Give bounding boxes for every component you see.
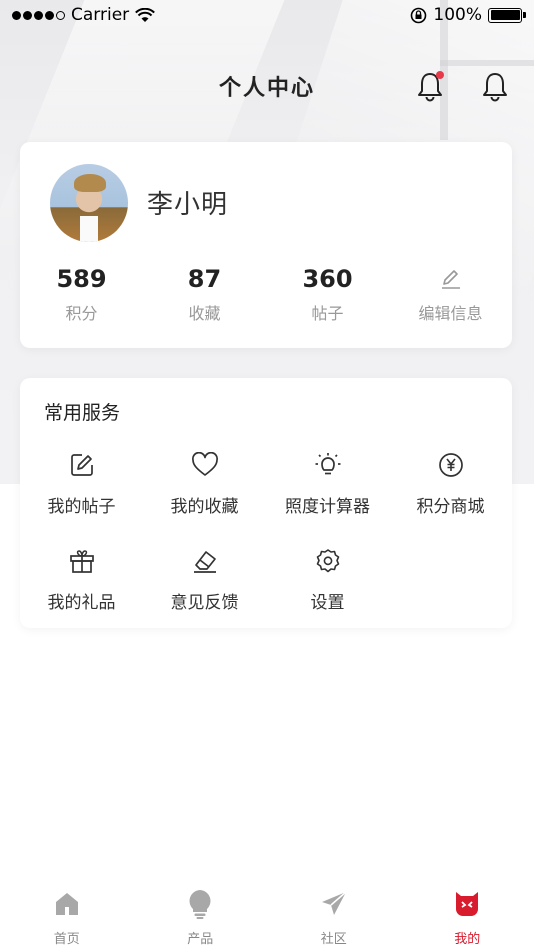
services-grid: 我的帖子 我的收藏 照度计算器 积分商城 我的礼品 意见反馈 设置 <box>20 450 512 642</box>
tab-mine-label: 我的 <box>454 932 481 947</box>
pencil-icon <box>389 262 512 296</box>
yen-icon <box>438 453 463 477</box>
paper-plane-icon <box>321 891 347 915</box>
stat-posts-label: 帖子 <box>311 304 344 323</box>
edit-profile-button[interactable]: 编辑信息 <box>389 262 512 324</box>
service-feedback[interactable]: 意见反馈 <box>143 546 266 642</box>
service-label: 设置 <box>310 593 345 613</box>
orientation-lock-icon <box>411 7 427 23</box>
tab-products-label: 产品 <box>187 932 214 947</box>
bulb-icon <box>189 890 211 919</box>
tab-community[interactable]: 社区 <box>267 876 401 950</box>
stat-favorites-label: 收藏 <box>188 304 221 323</box>
signal-strength-icon <box>12 10 65 20</box>
carrier-label: Carrier <box>71 5 130 25</box>
tab-home[interactable]: 首页 <box>0 876 134 950</box>
stat-posts[interactable]: 360 帖子 <box>266 262 389 324</box>
stat-favorites-value: 87 <box>187 265 222 293</box>
bulb-icon <box>315 453 340 475</box>
tab-bar: 首页 产品 社区 我的 <box>0 876 534 950</box>
status-bar: Carrier 100% <box>0 0 534 30</box>
stat-points-value: 589 <box>56 265 107 293</box>
home-icon <box>55 893 78 915</box>
service-label: 我的礼品 <box>47 593 116 613</box>
edit-profile-label: 编辑信息 <box>418 304 483 323</box>
battery-icon <box>488 7 526 23</box>
unread-dot <box>436 71 444 79</box>
services-card: 常用服务 我的帖子 我的收藏 照度计算器 积分商城 我的礼品 意见反馈 设置 <box>20 378 512 628</box>
gear-icon <box>316 549 339 573</box>
stat-points[interactable]: 589 积分 <box>20 262 143 324</box>
stat-favorites[interactable]: 87 收藏 <box>143 262 266 324</box>
profile-card: 李小明 589 积分 87 收藏 360 帖子 编辑信息 <box>20 142 512 348</box>
tab-mine[interactable]: 我的 <box>401 876 534 950</box>
services-title: 常用服务 <box>44 402 121 424</box>
service-my-posts[interactable]: 我的帖子 <box>20 450 143 546</box>
page-title: 个人中心 <box>218 76 315 101</box>
edit-icon <box>70 454 93 476</box>
service-my-favorites[interactable]: 我的收藏 <box>143 450 266 546</box>
service-illuminance-calculator[interactable]: 照度计算器 <box>266 450 389 546</box>
gift-icon <box>69 550 94 573</box>
service-settings[interactable]: 设置 <box>266 546 389 642</box>
user-name: 李小明 <box>147 190 229 220</box>
avatar[interactable] <box>50 164 128 242</box>
service-label: 意见反馈 <box>170 593 239 613</box>
notification-bell-button[interactable] <box>415 70 445 102</box>
service-label: 积分商城 <box>416 497 485 517</box>
tab-products[interactable]: 产品 <box>134 876 268 950</box>
service-points-mall[interactable]: 积分商城 <box>389 450 512 546</box>
heart-icon <box>191 452 218 476</box>
battery-percent: 100% <box>433 5 482 25</box>
tab-home-label: 首页 <box>53 932 80 947</box>
stat-points-label: 积分 <box>65 304 98 323</box>
eraser-icon <box>193 551 216 573</box>
bell-icon <box>483 73 507 102</box>
service-my-gifts[interactable]: 我的礼品 <box>20 546 143 642</box>
service-label: 我的收藏 <box>170 497 239 517</box>
service-label: 我的帖子 <box>47 497 116 517</box>
wifi-icon <box>135 7 156 22</box>
message-bell-button[interactable] <box>480 70 510 102</box>
profile-stats: 589 积分 87 收藏 360 帖子 编辑信息 <box>20 262 512 324</box>
stat-posts-value: 360 <box>302 265 353 293</box>
user-face-icon <box>456 892 479 916</box>
service-label: 照度计算器 <box>285 497 370 517</box>
tab-community-label: 社区 <box>320 932 347 947</box>
